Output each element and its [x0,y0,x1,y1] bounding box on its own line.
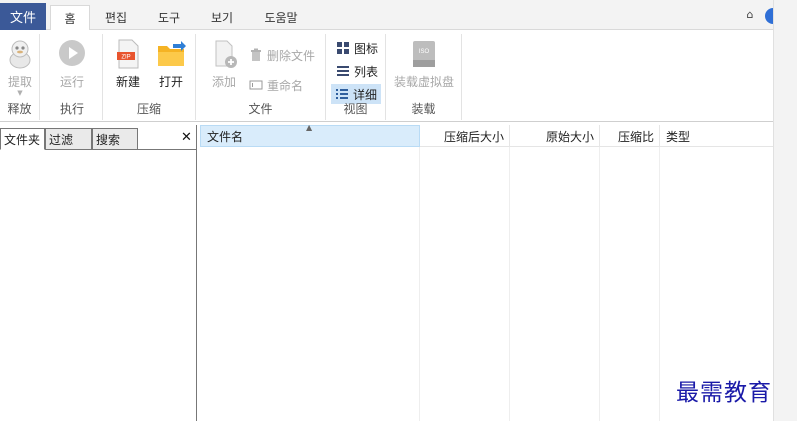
column-divider [419,147,420,421]
new-archive-button[interactable]: ZIP 新建 [108,38,148,90]
rename-button[interactable]: 重命名 [249,75,303,95]
column-divider [509,147,510,421]
column-header-type[interactable]: 类型 [660,125,773,147]
trash-icon [251,48,261,61]
svg-text:ISO: ISO [419,49,430,55]
view-list-button[interactable]: 列表 [333,61,381,81]
add-files-button[interactable]: 添加 [204,38,244,90]
play-icon [59,40,85,66]
column-header-name[interactable]: 文件名 ▲ [200,123,420,147]
group-compress: ZIP 新建 打开 压缩 [103,34,196,120]
column-divider [659,147,660,421]
file-menu-button[interactable]: 文件 [0,3,46,30]
tab-filter[interactable]: 过滤 [45,128,92,150]
tab-home[interactable]: 홈 [50,5,90,31]
list-icon [337,66,349,76]
iso-disk-icon: ISO [413,41,435,67]
close-icon[interactable]: ✕ [181,130,192,145]
group-label-mount: 装载 [411,102,436,116]
open-folder-icon [158,41,186,66]
extract-icon [9,40,31,69]
grid-icon [337,42,349,54]
open-archive-button[interactable]: 打开 [151,38,191,90]
tab-help[interactable]: 도움말 [258,5,304,30]
column-divider [599,147,600,421]
rename-icon [249,80,263,90]
column-header-packed-size[interactable]: 压缩后大小 [420,125,510,147]
watermark-text: 最需教育 [676,380,772,406]
vertical-scrollbar[interactable] [773,0,797,421]
svg-text:ZIP: ZIP [121,55,130,61]
chevron-up-icon[interactable]: ⌂ [744,9,756,21]
delete-files-button[interactable]: 删除文件 [249,45,315,65]
group-mount: ISO 装载虚拟盘 装载 [386,34,462,120]
group-execute: 运行 执行 [42,34,103,120]
folder-panel: 文件夹 过滤 搜索 ✕ [0,125,197,421]
sort-ascending-icon: ▲ [306,123,313,132]
tab-edit[interactable]: 편집 [96,5,136,30]
add-file-icon [215,40,237,68]
dropdown-arrow-icon[interactable]: ▼ [0,90,40,97]
zip-file-icon: ZIP [117,39,139,69]
mount-virtual-disk-button[interactable]: ISO 装载虚拟盘 [390,38,458,90]
view-icons-button[interactable]: 图标 [333,38,381,58]
tab-baseline [137,149,196,150]
tab-view[interactable]: 보기 [202,5,242,30]
group-label-view: 视图 [343,102,368,116]
group-label-execute: 执行 [59,102,84,116]
run-button[interactable]: 运行 [52,38,92,90]
group-files: 添加 删除文件 重命名 文件 [196,34,326,120]
group-label-files: 文件 [248,102,273,116]
tab-tools[interactable]: 도구 [149,5,189,30]
tab-folders[interactable]: 文件夹 [0,128,45,150]
ribbon-tab-bar: 文件 홈 편집 도구 보기 도움말 ⌂ [0,0,781,31]
group-view: 图标 列表 详细 视图 [326,34,386,120]
group-label-compress: 压缩 [136,102,161,116]
tab-search[interactable]: 搜索 [92,128,138,150]
file-list-header: 文件名 ▲ 压缩后大小 原始大小 压缩比 类型 [200,123,773,147]
details-icon [336,89,348,99]
group-release: 提取 ▼ 释放 [0,34,40,120]
column-header-original-size[interactable]: 原始大小 [510,125,600,147]
column-header-ratio[interactable]: 压缩比 [600,125,660,147]
group-label-release: 释放 [7,102,32,116]
ribbon: 提取 ▼ 释放 运行 执行 ZIP 新建 打开 压缩 添加 删除文件 重命名 文… [0,30,773,122]
folder-panel-tabs: 文件夹 过滤 搜索 ✕ [0,128,196,150]
extract-button[interactable]: 提取 ▼ [0,38,40,97]
